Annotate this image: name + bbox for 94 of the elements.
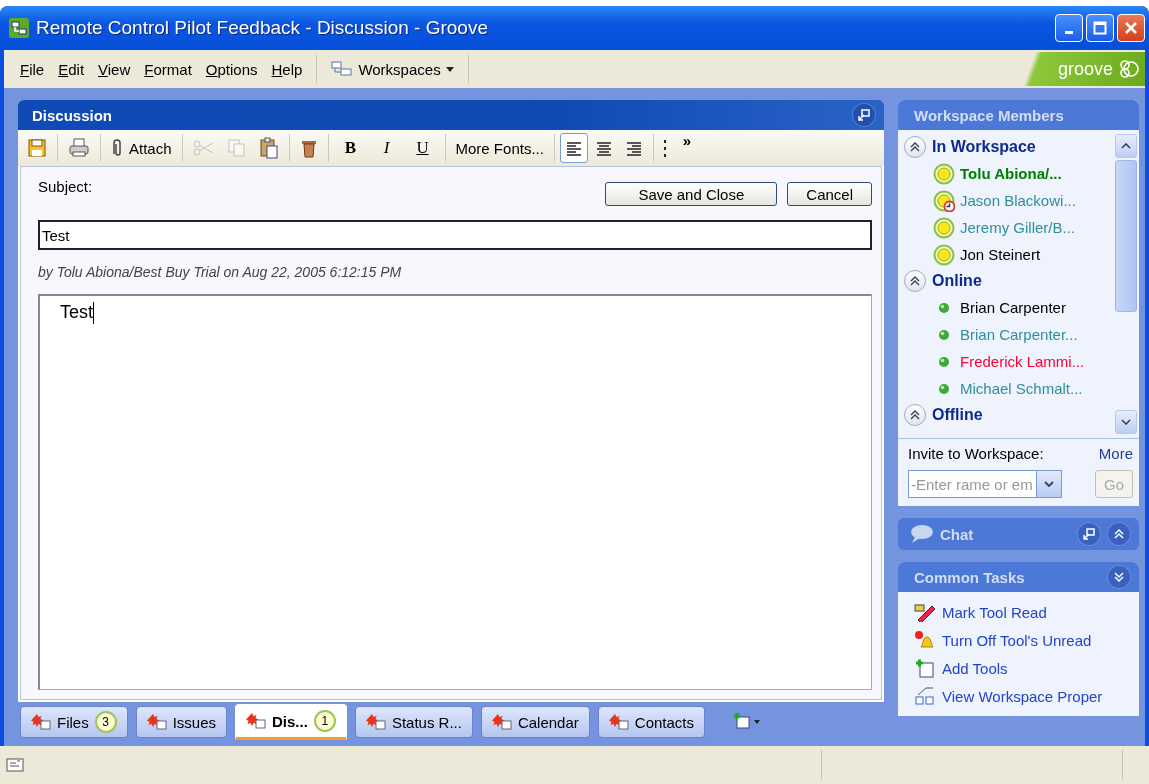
tool-tab[interactable]: Files 3: [20, 706, 128, 738]
expand-button[interactable]: [1107, 522, 1131, 546]
minimize-button[interactable]: [1055, 14, 1083, 42]
expand-icon: [1113, 528, 1125, 540]
tool-icon: [608, 713, 629, 731]
italic-button[interactable]: I: [369, 133, 404, 163]
save-and-close-button[interactable]: Save and Close: [605, 182, 778, 206]
add-page-icon: [914, 658, 936, 678]
app-icon: [8, 17, 30, 39]
undock-button[interactable]: [852, 103, 876, 127]
caret-icon: [445, 66, 454, 72]
panel-title: Discussion: [32, 106, 113, 124]
menu-item[interactable]: View: [92, 60, 137, 78]
tasks-title: Common Tasks: [914, 568, 1025, 586]
online-status-icon: [938, 355, 950, 368]
member-name[interactable]: Frederick Lammi...: [960, 353, 1085, 370]
tool-tab[interactable]: Dis... 1: [235, 704, 347, 740]
byline: by Tolu Abiona/Best Buy Trial on Aug 22, 2005 6:12:15 PM: [38, 264, 403, 280]
section-heading[interactable]: Online: [932, 272, 982, 290]
count-badge: 3: [94, 711, 117, 733]
paperclip-icon: [111, 138, 123, 158]
window-title: Remote Control Pilot Feedback - Discussion - Groove: [36, 17, 489, 39]
task-link[interactable]: Turn Off Tool's Unread: [942, 631, 1092, 649]
collapse-icon: [1113, 571, 1125, 583]
member-name[interactable]: Brian Carpenter...: [960, 326, 1078, 343]
section-heading[interactable]: In Workspace: [932, 138, 1036, 156]
collapse-button[interactable]: [904, 270, 926, 292]
tool-icon: [31, 713, 51, 731]
member-name[interactable]: Tolu Abiona/...: [960, 165, 1062, 182]
undock-button[interactable]: [1077, 522, 1101, 546]
collapse-icon: [908, 274, 922, 288]
underline-button[interactable]: U: [405, 133, 440, 163]
more-link[interactable]: More: [1098, 445, 1133, 462]
subject-field[interactable]: Test: [38, 220, 872, 250]
member-name[interactable]: Jon Steinert: [960, 246, 1041, 263]
invite-field[interactable]: -Enter rame or em: [908, 470, 1036, 498]
subject-label: Subject:: [38, 178, 93, 195]
add-tool-icon: [731, 711, 761, 730]
online-status-icon: [938, 328, 950, 341]
close-button[interactable]: [1117, 14, 1145, 42]
overflow-button[interactable]: »: [672, 130, 701, 150]
collapse-icon: [908, 408, 922, 422]
chat-bubble-icon: [910, 524, 934, 544]
close-icon: [1124, 21, 1138, 35]
collapse-button[interactable]: [904, 404, 926, 426]
tool-tab[interactable]: Issues: [135, 706, 228, 738]
members-title: Workspace Members: [914, 106, 1064, 124]
collapse-button[interactable]: [904, 136, 926, 158]
bell-icon: [914, 630, 936, 650]
count-badge: 1: [313, 710, 336, 732]
message-body-field[interactable]: Test: [38, 294, 872, 690]
pencil-icon: [914, 602, 936, 622]
menu-item[interactable]: File: [14, 60, 51, 78]
workspace-icon: [914, 686, 936, 706]
maximize-icon: [1093, 21, 1107, 35]
more-fonts-button[interactable]: More Fonts...: [450, 133, 549, 163]
align-left-icon[interactable]: [559, 133, 588, 163]
online-status-icon: [938, 301, 950, 314]
undock-icon: [858, 109, 870, 121]
collapse-icon: [908, 140, 922, 154]
scroll-bar[interactable]: [1115, 134, 1137, 434]
tool-icon: [365, 713, 386, 731]
tool-tab[interactable]: Status R...: [354, 706, 473, 738]
tool-icon: [146, 713, 167, 731]
dropdown-button[interactable]: [1036, 470, 1062, 498]
invite-label: Invite to Workspace:: [908, 445, 1044, 462]
menu-item[interactable]: Format: [138, 60, 198, 78]
attach-button[interactable]: Attach: [106, 133, 177, 163]
member-name[interactable]: Michael Schmalt...: [960, 380, 1083, 397]
cancel-button[interactable]: Cancel: [787, 182, 872, 206]
menu-item[interactable]: Help: [265, 60, 309, 78]
online-status-icon: [938, 382, 950, 395]
task-link[interactable]: Mark Tool Read: [942, 603, 1047, 621]
status-icon: [6, 758, 24, 772]
task-link[interactable]: Add Tools: [942, 659, 1008, 677]
minimize-icon: [1065, 30, 1073, 34]
tool-tab[interactable]: Contacts: [597, 706, 705, 738]
undock-icon: [1083, 528, 1095, 540]
section-heading[interactable]: Offline: [932, 406, 983, 424]
task-link[interactable]: View Workspace Proper: [942, 687, 1103, 705]
tool-tab[interactable]: Calendar: [480, 706, 590, 738]
member-name[interactable]: Brian Carpenter: [960, 299, 1066, 316]
toolbar-grip-icon: [662, 139, 667, 157]
member-name[interactable]: Jason Blackowi...: [960, 192, 1076, 209]
rings-icon: [1117, 60, 1139, 78]
menu-item[interactable]: Edit: [52, 60, 91, 78]
tool-icon: [246, 712, 267, 730]
tool-icon: [491, 713, 512, 731]
maximize-button[interactable]: [1086, 14, 1114, 42]
bold-button[interactable]: B: [333, 133, 368, 163]
workspaces-button[interactable]: Workspaces: [325, 60, 460, 78]
menu-item[interactable]: Options: [199, 60, 264, 78]
windows-icon: [331, 61, 354, 77]
chat-title: Chat: [940, 525, 974, 543]
